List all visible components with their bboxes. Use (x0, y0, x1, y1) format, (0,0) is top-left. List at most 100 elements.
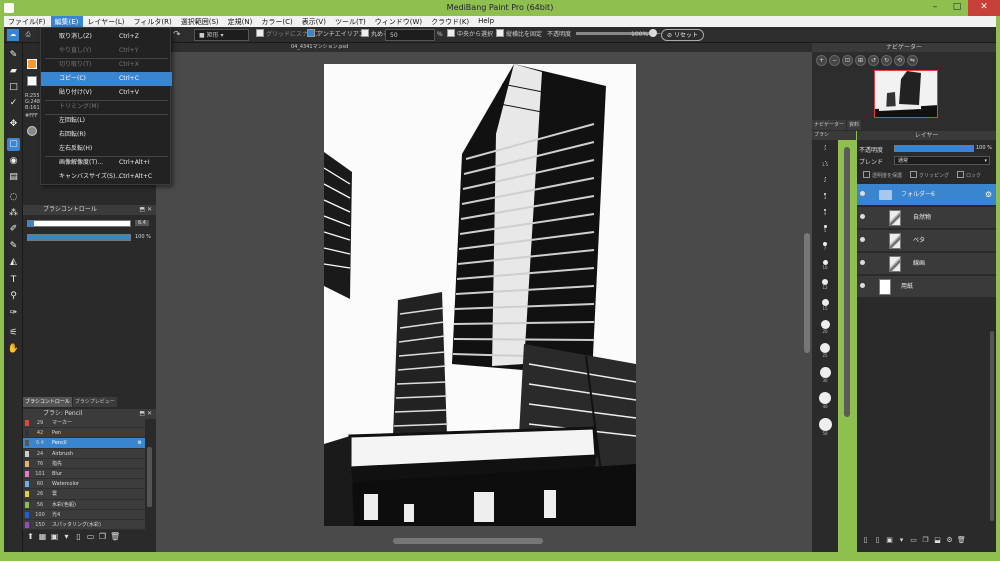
actual-size-icon[interactable]: ⊞ (855, 55, 866, 66)
new-folder-icon[interactable]: ▭ (909, 535, 918, 545)
brush-list-item[interactable]: 60 Watercolor (23, 479, 145, 490)
brush-size-slider[interactable] (27, 220, 131, 227)
edit-menu-item[interactable]: 貼り付け(V) Ctrl+V (41, 86, 172, 100)
delete-layer-icon[interactable]: 🗑 (957, 535, 966, 545)
edit-menu-item[interactable]: 右回転(R) (41, 128, 172, 142)
brush-size-preset[interactable]: 3 (812, 193, 838, 200)
maximize-button[interactable]: □ (946, 0, 968, 16)
brush-size-preset[interactable]: 4 (812, 209, 838, 216)
menu-file[interactable]: ファイル(F) (4, 16, 51, 27)
brush-size-preset[interactable]: 15 (812, 299, 838, 311)
edit-menu-item[interactable]: 切り取り(T) Ctrl+X (41, 58, 172, 72)
delete-brush-icon[interactable]: 🗑 (110, 532, 120, 542)
visibility-icon[interactable] (860, 260, 865, 265)
menu-tool[interactable]: ツール(T) (331, 16, 371, 27)
layer-row[interactable]: 用紙 (857, 276, 996, 298)
menu-select[interactable]: 選択範囲(S) (177, 16, 224, 27)
layer-row[interactable]: 線画 (857, 253, 996, 275)
edit-menu-item[interactable]: 画像解像度(T)... Ctrl+Alt+I (41, 156, 172, 170)
eraser-tool-icon[interactable]: ▰ (7, 65, 20, 78)
gradient-tool-icon[interactable]: ▤ (7, 171, 20, 184)
brush-list-item[interactable]: 26 雲 (23, 489, 145, 500)
flip-icon[interactable]: ⇋ (907, 55, 918, 66)
duplicate-brush-icon[interactable]: ❐ (98, 532, 107, 542)
save-icon[interactable]: ⎙ (22, 29, 34, 41)
menu-help[interactable]: Help (474, 16, 499, 27)
document-tab[interactable]: 04_4341マンション.psd (291, 43, 348, 52)
brush-size-preset[interactable]: 25 (812, 343, 838, 358)
brush-size-preset[interactable]: 12 (812, 279, 838, 290)
menu-ruler[interactable]: 定規(N) (224, 16, 258, 27)
tab-brush-control[interactable]: ブラシコントロール (23, 397, 72, 407)
brush-size-preset[interactable]: 40 (812, 392, 838, 409)
select-pen-tool-icon[interactable]: ✐ (7, 223, 20, 236)
visibility-icon[interactable] (860, 214, 865, 219)
layer-settings-icon[interactable]: ⚙ (985, 184, 992, 206)
visibility-icon[interactable] (860, 283, 865, 288)
redo-icon[interactable]: ↷ (173, 29, 181, 41)
layer-row[interactable]: ベタ (857, 230, 996, 252)
rectangle-tool-icon[interactable]: □ (7, 81, 20, 94)
layer-opacity-slider[interactable] (894, 145, 974, 152)
tab-reference[interactable]: 資料 (847, 120, 862, 130)
layer-list-scrollbar[interactable] (990, 331, 994, 521)
brush-list-item[interactable]: 100 光4 (23, 509, 145, 520)
fit-icon[interactable]: ⊡ (842, 55, 853, 66)
clipping-checkbox[interactable]: クリッピング (910, 171, 949, 179)
canvas-vertical-scrollbar[interactable] (804, 233, 810, 353)
brush-list-item[interactable]: 150 スパッタリング(水彩) (23, 519, 145, 531)
new-color-layer-icon[interactable]: ▯ (861, 535, 870, 545)
brush-settings-icon[interactable]: ⚙ (138, 438, 142, 448)
new-brush-icon[interactable]: ▯ (74, 532, 83, 542)
brush-list-item[interactable]: 42 Pen (23, 428, 145, 439)
canvas-page[interactable] (324, 64, 636, 526)
reset-rotation-icon[interactable]: ⟲ (894, 55, 905, 66)
reset-button[interactable]: ⊘ リセット (661, 29, 704, 41)
fill-tool-icon[interactable]: ◉ (7, 155, 20, 168)
brush-size-preset[interactable]: 10 (812, 260, 838, 270)
move-tool-icon[interactable]: ✥ (7, 118, 20, 131)
color-wheel-icon[interactable] (27, 126, 37, 136)
edit-menu-item[interactable]: コピー(C) Ctrl+C (41, 72, 172, 86)
edit-menu-item[interactable]: キャンバスサイズ(S)... Ctrl+Alt+C (41, 170, 172, 184)
lock-checkbox[interactable]: ロック (957, 171, 981, 179)
background-color[interactable] (27, 76, 37, 86)
cloud-brush-icon[interactable]: ⬆ (26, 532, 35, 542)
menu-cloud[interactable]: クラウド(K) (427, 16, 474, 27)
round-value-input[interactable]: 50 (385, 29, 435, 41)
menu-view[interactable]: 表示(V) (298, 16, 331, 27)
menu-window[interactable]: ウィンドウ(W) (371, 16, 427, 27)
tab-navigator[interactable]: ナビゲーター (812, 120, 847, 130)
merge-layer-icon[interactable]: ⬓ (933, 535, 942, 545)
brush-size-scrollbar[interactable] (844, 147, 850, 417)
select-rect-tool-icon[interactable]: ▢ (7, 138, 20, 151)
fix-ratio-checkbox[interactable]: 縦横比を固定 (496, 29, 542, 41)
brush-size-preset[interactable]: 2 (812, 177, 838, 183)
brush-group-icon[interactable]: ▭ (86, 532, 95, 542)
edit-menu-item[interactable]: 左右反転(H) (41, 142, 172, 156)
menu-edit[interactable]: 編集(E) (50, 16, 84, 27)
antialias-checkbox[interactable]: アンチエイリアス (307, 29, 365, 41)
rotate-left-icon[interactable]: ↺ (868, 55, 879, 66)
brush-size-preset[interactable]: 20 (812, 320, 838, 334)
brush-list-item[interactable]: 6.4 Pencil ⚙ (23, 438, 145, 449)
edit-menu-item[interactable]: 取り消し(Z) Ctrl+Z (41, 30, 172, 44)
hand-tool-icon[interactable]: ✋ (7, 343, 20, 356)
brush-size-preset[interactable]: 7 (812, 242, 838, 251)
layer-row[interactable]: ⚙ フォルダー6 (857, 184, 996, 206)
magic-wand-tool-icon[interactable]: ⁂ (7, 207, 20, 220)
brush-list-item[interactable]: 76 指先 (23, 458, 145, 469)
brush-list-scrollbar[interactable] (147, 447, 152, 507)
visibility-icon[interactable] (860, 191, 865, 196)
shape-select[interactable]: ■ 矩形 ▾ (194, 29, 249, 41)
menu-layer[interactable]: レイヤー(L) (83, 16, 129, 27)
add-brush-icon[interactable]: ▣ (50, 532, 59, 542)
zoom-in-icon[interactable]: + (816, 55, 827, 66)
menu-filter[interactable]: フィルタ(R) (130, 16, 177, 27)
brush-folder-icon[interactable]: ▦ (38, 532, 47, 542)
layer-property-icon[interactable]: ⚙ (945, 535, 954, 545)
new-layer-menu-icon[interactable]: ▾ (897, 535, 906, 545)
text-tool-icon[interactable]: T (7, 274, 20, 287)
brush-size-preset[interactable]: 5 (812, 225, 838, 233)
protect-alpha-checkbox[interactable]: 透明度を保護 (863, 171, 902, 179)
